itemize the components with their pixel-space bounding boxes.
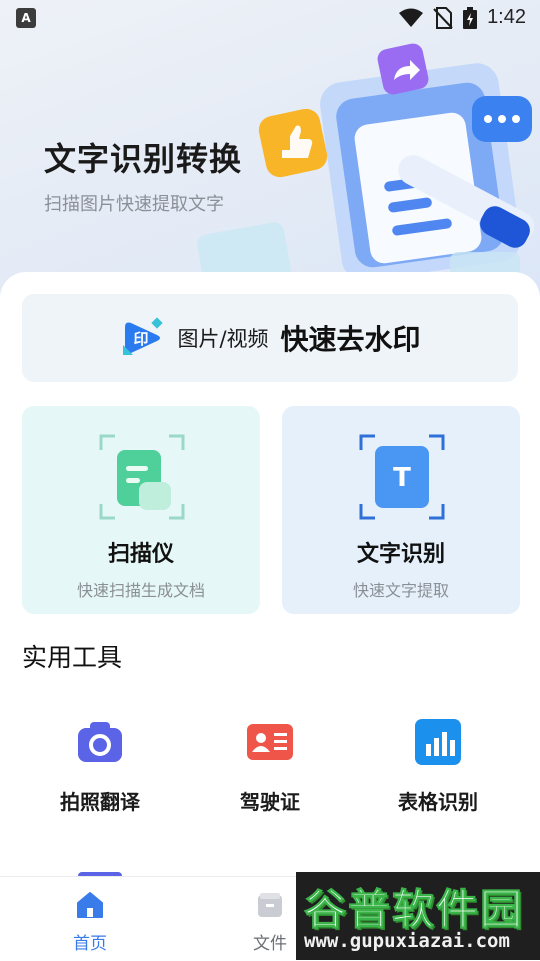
hero-title: 文字识别转换	[44, 140, 243, 178]
watermark-logo-icon: 印	[123, 317, 164, 355]
text-recognition-desc: 快速文字提取	[352, 581, 449, 600]
driver-license-label: 驾驶证	[240, 790, 300, 814]
id-card-icon	[247, 724, 293, 760]
table-chart-icon	[415, 719, 461, 765]
document-scan-icon	[99, 434, 185, 520]
camera-icon	[78, 722, 122, 762]
nav-home-label: 首页	[73, 934, 107, 954]
driver-license-tool[interactable]: 驾驶证	[190, 718, 350, 818]
table-recognition-tool[interactable]: 表格识别	[358, 718, 518, 818]
status-time: 1:42	[487, 6, 526, 28]
watermark-badge-text: 印	[134, 330, 149, 348]
folder-icon	[258, 893, 282, 917]
text-recognition-card[interactable]: T 文字识别 快速文字提取	[282, 406, 520, 614]
tools-section-title: 实用工具	[22, 643, 123, 672]
scanner-title: 扫描仪	[107, 542, 174, 567]
no-sim-icon	[433, 6, 453, 29]
table-recognition-label: 表格识别	[398, 790, 478, 814]
wifi-icon	[399, 8, 424, 27]
site-watermark-name: 谷普软件园	[303, 885, 525, 935]
app-notification-icon: A	[16, 8, 36, 28]
hero-banner[interactable]: 文字识别转换 扫描图片快速提取文字	[0, 0, 540, 300]
battery-charging-icon	[463, 6, 478, 29]
photo-translate-tool[interactable]: 拍照翻译	[20, 718, 180, 818]
text-recognition-icon: T	[359, 434, 445, 520]
main-panel: 印 图片/视频 快速去水印 扫描仪 快速扫描生成文档 T 文字识别 快速文字提取…	[0, 272, 540, 960]
text-recognition-title: 文字识别	[356, 542, 445, 567]
hero-subtitle: 扫描图片快速提取文字	[44, 194, 224, 215]
photo-translate-label: 拍照翻译	[60, 790, 140, 814]
scanner-desc: 快速扫描生成文档	[76, 581, 205, 600]
site-watermark: 谷普软件园 www.gupuxiazai.com	[296, 872, 540, 960]
nav-home[interactable]: 首页	[30, 877, 150, 961]
watermark-small-label: 图片/视频	[177, 327, 269, 351]
home-icon	[77, 892, 103, 918]
ocr-icon-letter: T	[393, 463, 411, 493]
site-watermark-url: www.gupuxiazai.com	[304, 930, 510, 952]
watermark-removal-button[interactable]: 印 图片/视频 快速去水印	[22, 294, 518, 382]
scanner-card[interactable]: 扫描仪 快速扫描生成文档	[22, 406, 260, 614]
watermark-big-label: 快速去水印	[280, 323, 421, 356]
status-bar: A 1:42	[0, 0, 540, 36]
